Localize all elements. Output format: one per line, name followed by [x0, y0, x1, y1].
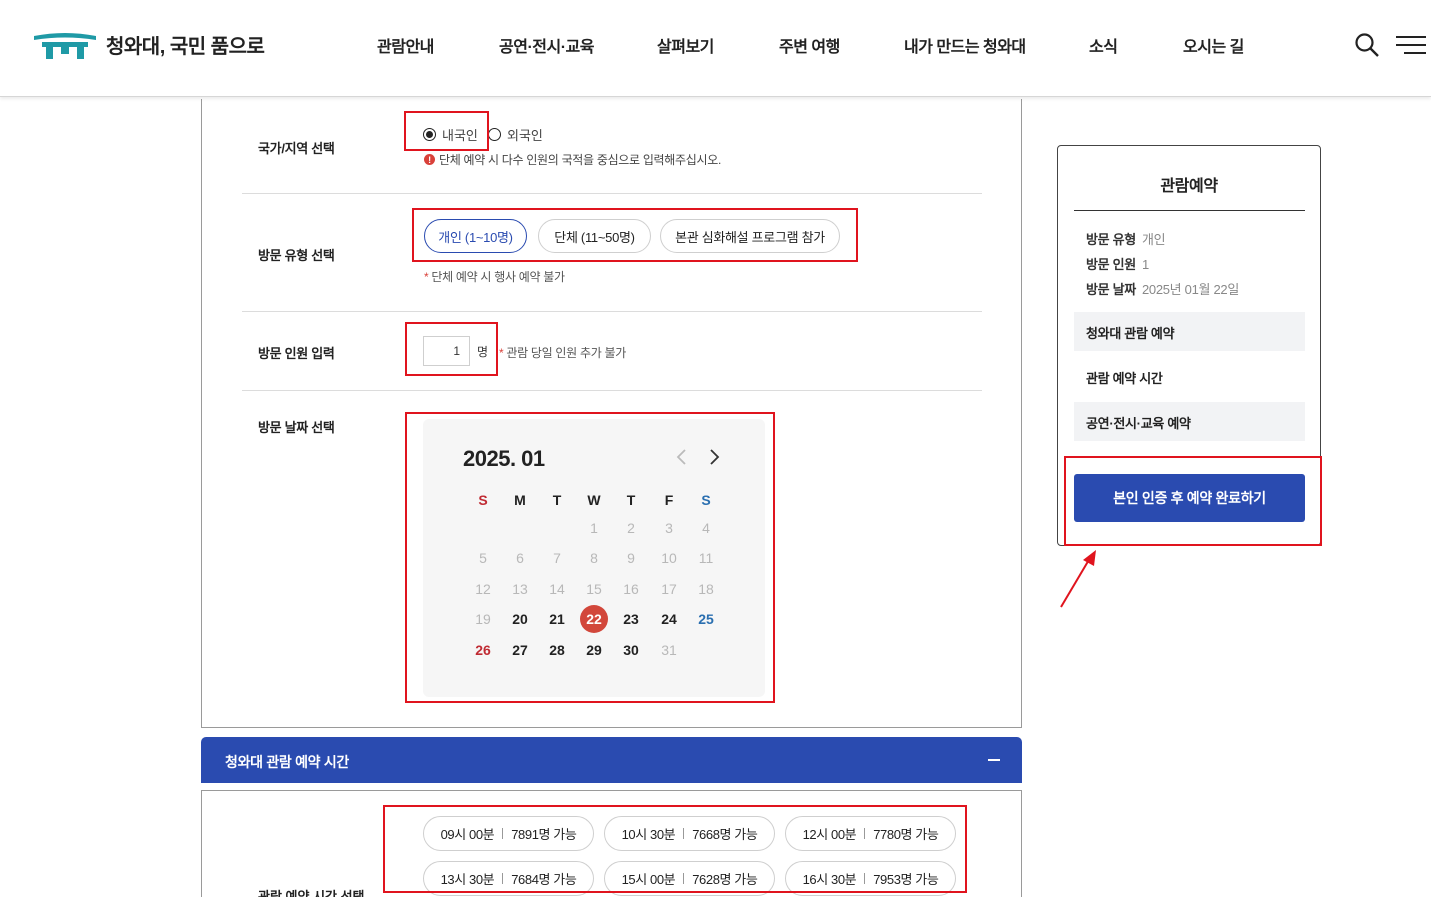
visit-type-note-text: 단체 예약 시 행사 예약 불가 [431, 270, 565, 284]
radio-foreign-label: 외국인 [507, 128, 543, 143]
arrow-annotation-icon [1058, 548, 1100, 615]
summary-block-tour-time[interactable]: 관람 예약 시간 [1074, 357, 1305, 396]
summary-key: 방문 인원 [1086, 257, 1136, 272]
highlight-box-calendar [405, 412, 775, 703]
summary-visit-date: 방문 날짜 2025년 01월 22일 [1086, 279, 1239, 298]
summary-value: 개인 [1141, 232, 1166, 247]
summary-visitor-count: 방문 인원 1 [1086, 254, 1149, 273]
nav-item-performance[interactable]: 공연·전시·교육 [499, 33, 594, 57]
alert-icon: ! [424, 154, 435, 165]
divider [242, 390, 982, 391]
nav-item-explore[interactable]: 살펴보기 [657, 33, 714, 57]
logo-text: 청와대, 국민 품으로 [106, 35, 265, 58]
radio-unchecked-icon [488, 128, 501, 141]
nationality-note: ! 단체 예약 시 다수 인원의 국적을 중심으로 입력해주십시오. [424, 151, 721, 168]
nav-item-directions[interactable]: 오시는 길 [1183, 33, 1244, 57]
visitor-count-note: * 관람 당일 인원 추가 불가 [499, 346, 626, 360]
summary-value: 2025년 01월 22일 [1141, 282, 1239, 297]
pavilion-logo-icon [34, 33, 96, 59]
divider [242, 311, 982, 312]
time-slot-panel: 16시 30분 7953명 가능 15시 00분 7628명 가능 13시 30분 768… [201, 790, 1022, 897]
visit-date-label: 방문 날짜 선택 [258, 420, 335, 435]
summary-block-tour-reservation[interactable]: 청와대 관람 예약 [1074, 312, 1305, 351]
visit-type-label: 방문 유형 선택 [258, 248, 335, 263]
highlight-box-cta [1064, 456, 1322, 546]
visitor-count-label: 방문 인원 입력 [258, 346, 335, 361]
nav-item-guide[interactable]: 관람안내 [377, 33, 434, 57]
nav-item-news[interactable]: 소식 [1089, 33, 1118, 57]
summary-visit-type: 방문 유형 개인 [1086, 229, 1166, 248]
highlight-box-time-slots [383, 805, 967, 893]
time-select-label: 관람 예약 시간 선택 [258, 889, 365, 897]
reservation-form: 국가/지역 선택 내국인 외국인 ! 단체 예약 시 다수 인원의 국적을 중심… [201, 99, 1022, 728]
sidebar-title: 관람예약 [1160, 178, 1218, 195]
minus-icon[interactable] [988, 759, 1000, 761]
site-header: 청와대, 국민 품으로 관람안내 공연·전시·교육 살펴보기 주변 여행 내가 … [0, 0, 1431, 97]
hamburger-menu-icon[interactable] [1396, 35, 1426, 55]
time-accordion-header[interactable]: 청와대 관람 예약 시간 [201, 737, 1022, 783]
time-accordion-title: 청와대 관람 예약 시간 [225, 754, 349, 770]
summary-block-performance[interactable]: 공연·전시·교육 예약 [1074, 402, 1305, 441]
nav-item-my-cheongwadae[interactable]: 내가 만드는 청와대 [904, 33, 1026, 57]
highlight-box-visitor-count [405, 322, 498, 376]
visitor-count-note-text: 관람 당일 인원 추가 불가 [506, 346, 626, 360]
nationality-label: 국가/지역 선택 [258, 141, 335, 156]
summary-key: 방문 날짜 [1086, 282, 1136, 297]
summary-key: 방문 유형 [1086, 232, 1136, 247]
nav-item-nearby-travel[interactable]: 주변 여행 [779, 33, 840, 57]
divider [242, 193, 982, 194]
search-icon[interactable] [1354, 32, 1380, 58]
site-logo[interactable]: 청와대, 국민 품으로 [32, 28, 265, 60]
highlight-box-visit-type [412, 208, 858, 262]
nationality-note-text: 단체 예약 시 다수 인원의 국적을 중심으로 입력해주십시오. [439, 153, 722, 167]
highlight-box-nationality [404, 111, 489, 151]
divider [1074, 210, 1305, 211]
visit-type-note: * 단체 예약 시 행사 예약 불가 [424, 270, 565, 284]
radio-foreign[interactable]: 외국인 [488, 125, 543, 144]
summary-value: 1 [1141, 257, 1149, 272]
